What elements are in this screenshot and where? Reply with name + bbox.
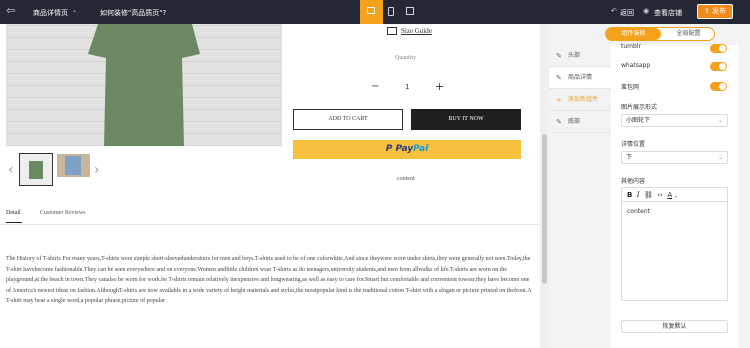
next-arrow-icon[interactable]: › bbox=[94, 162, 100, 178]
toggle-tumblr[interactable] bbox=[710, 44, 727, 53]
tab-customer-reviews[interactable]: Customer Reviews bbox=[40, 210, 86, 216]
toggle-label-third: 蛮包网 bbox=[621, 84, 640, 91]
settings-panel: 组件装修 全局配置 ✎ 头部 ✎ 商品详情 + 添加新组件 ✎ 底部 tumblr wh… bbox=[549, 24, 750, 348]
quantity-value[interactable]: 1 bbox=[405, 83, 409, 91]
thumbnail-jeans bbox=[65, 156, 81, 175]
nav-item-product-detail[interactable]: ✎ 商品详情 bbox=[549, 67, 611, 89]
preview-canvas: ‹ › Size Guide Quantity − 1 + ADD TO CAR… bbox=[0, 24, 540, 348]
page-name: 如何装修"高品质页"? bbox=[100, 9, 167, 17]
nav-item-add-component[interactable]: + 添加新组件 bbox=[549, 89, 611, 111]
product-description: The History of T-shirts For many years,T… bbox=[6, 256, 532, 304]
undo-icon[interactable]: ↶ bbox=[611, 7, 617, 15]
chevron-down-icon: ⌄ bbox=[717, 117, 723, 124]
chevron-down-icon[interactable]: ⌄ bbox=[672, 193, 678, 199]
link-icon[interactable]: ⛓ bbox=[644, 191, 653, 199]
buy-it-now-button[interactable]: BUY IT NOW bbox=[411, 109, 521, 130]
code-icon[interactable]: ‹› bbox=[657, 191, 663, 199]
ruler-icon bbox=[387, 27, 397, 35]
page-select[interactable]: 商品详情页 bbox=[33, 8, 68, 18]
rich-text-editor[interactable]: B I ⛓ ‹› A ⌄ content bbox=[621, 187, 728, 301]
eye-icon[interactable]: ◉ bbox=[643, 7, 649, 15]
italic-icon[interactable]: I bbox=[637, 191, 640, 199]
tabs-divider bbox=[0, 224, 540, 225]
reset-default-button[interactable]: 恢复默认 bbox=[621, 320, 728, 333]
back-arrow-icon[interactable]: ⇦ bbox=[6, 4, 15, 17]
tablet-icon[interactable] bbox=[388, 7, 394, 16]
content-text: content bbox=[397, 176, 415, 182]
device-desktop-button[interactable] bbox=[360, 0, 383, 24]
tshirt-image bbox=[88, 24, 200, 146]
image-mode-select[interactable]: 小图轮下 ⌄ bbox=[621, 114, 728, 127]
editor-toolbar: B I ⛓ ‹› A ⌄ bbox=[622, 188, 727, 202]
product-main-image[interactable] bbox=[6, 24, 282, 146]
quantity-minus-button[interactable]: − bbox=[371, 81, 379, 92]
fullscreen-icon[interactable] bbox=[406, 7, 414, 15]
toggle-label-tumblr: tumblr bbox=[621, 43, 641, 50]
toggle-whatsapp[interactable] bbox=[710, 62, 727, 71]
paypal-button[interactable]: P PayPal bbox=[293, 140, 521, 159]
plus-icon: + bbox=[556, 96, 562, 104]
paypal-logo-icon: P bbox=[385, 144, 393, 154]
pin-icon: ✎ bbox=[556, 74, 562, 82]
thumbnail-2[interactable] bbox=[57, 154, 90, 177]
view-store-button[interactable]: 查看店铺 bbox=[654, 8, 682, 18]
panel-tabs: 组件装修 全局配置 bbox=[605, 27, 715, 41]
other-content-label: 其他内容 bbox=[621, 178, 646, 185]
component-settings: tumblr whatsapp 蛮包网 图片展示形式 小图轮下 ⌄ 详情位置 下 ⌄… bbox=[611, 43, 739, 348]
component-nav: ✎ 头部 ✎ 商品详情 + 添加新组件 ✎ 底部 bbox=[549, 45, 611, 348]
quantity-plus-button[interactable]: + bbox=[435, 80, 444, 93]
nav-item-footer[interactable]: ✎ 底部 bbox=[549, 111, 611, 133]
pin-icon: ✎ bbox=[556, 118, 562, 126]
nav-item-header[interactable]: ✎ 头部 bbox=[549, 45, 611, 67]
size-guide-link[interactable]: Size Guide bbox=[401, 27, 432, 35]
tab-components[interactable]: 组件装修 bbox=[606, 28, 661, 40]
scrollbar-thumb[interactable] bbox=[542, 134, 547, 284]
prev-arrow-icon[interactable]: ‹ bbox=[8, 162, 14, 178]
bold-icon[interactable]: B bbox=[627, 191, 632, 199]
upload-icon: ⇪ bbox=[703, 7, 710, 15]
quantity-label: Quantity bbox=[395, 55, 416, 61]
tab-detail-underline bbox=[6, 222, 22, 223]
editor-text[interactable]: content bbox=[627, 208, 650, 215]
publish-button[interactable]: ⇪ 发布 bbox=[697, 4, 733, 19]
chevron-down-icon[interactable]: ⌄ bbox=[72, 7, 77, 14]
detail-position-select[interactable]: 下 ⌄ bbox=[621, 151, 728, 164]
top-bar: ⇦ 商品详情页 ⌄ 如何装修"高品质页"? ↶ 返回 ◉ 查看店铺 ⇪ 发布 bbox=[0, 0, 750, 24]
pin-icon: ✎ bbox=[556, 52, 562, 60]
thumbnail-tshirt bbox=[29, 161, 43, 179]
tab-detail[interactable]: Detail bbox=[6, 210, 21, 216]
back-button[interactable]: 返回 bbox=[620, 8, 634, 18]
detail-position-label: 详情位置 bbox=[621, 141, 646, 148]
thumbnail-1[interactable] bbox=[19, 153, 53, 186]
image-mode-label: 图片展示形式 bbox=[621, 104, 658, 111]
desktop-icon bbox=[367, 7, 375, 14]
toggle-label-whatsapp: whatsapp bbox=[621, 62, 651, 69]
tab-global[interactable]: 全局配置 bbox=[661, 28, 716, 40]
canvas-scrollbar[interactable] bbox=[540, 24, 549, 348]
toggle-third[interactable] bbox=[710, 82, 727, 91]
add-to-cart-button[interactable]: ADD TO CART bbox=[293, 109, 403, 130]
chevron-down-icon: ⌄ bbox=[717, 154, 723, 161]
